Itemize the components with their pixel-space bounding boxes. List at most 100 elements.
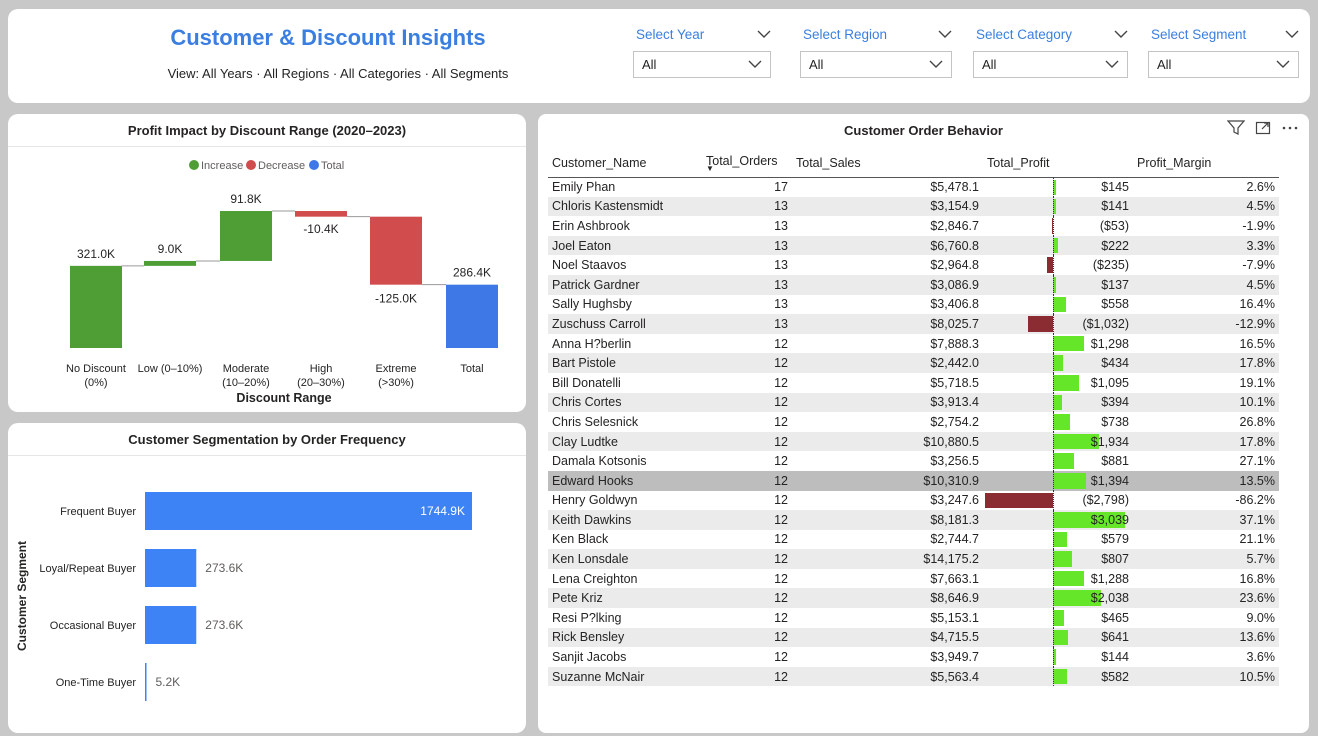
segment-bar [145,606,197,644]
table-row[interactable]: Sanjit Jacobs 12 $3,949.7 $144 3.6% [548,647,1279,667]
column-header-profit-margin[interactable]: Profit_Margin [1133,149,1279,178]
total-profit-cell: $881 [983,451,1133,471]
total-profit-cell: ($1,032) [983,314,1133,334]
data-label: -125.0K [375,292,417,306]
total-sales-cell: $5,153.1 [930,610,979,625]
category-label: (20–30%) [297,377,345,389]
profit-margin-cell: 2.6% [1246,180,1276,195]
total-orders-cell: 12 [774,414,788,429]
total-profit-value: $582 [1101,669,1129,684]
total-orders-cell: 12 [774,493,788,508]
total-profit-cell: $1,934 [983,431,1133,452]
header-card: Customer & Discount Insights View: All Y… [8,9,1310,103]
total-profit-value: $641 [1101,630,1129,645]
table-row[interactable]: Chris Selesnick 12 $2,754.2 $738 26.8% [548,412,1279,432]
data-label: 321.0K [77,247,115,261]
total-orders-cell: 13 [702,274,792,295]
total-sales-cell: $10,310.9 [792,470,983,491]
column-header-customer-name[interactable]: Customer_Name [548,149,702,178]
profit-bar [1053,668,1067,685]
segment-slicer: Select Segment All [1148,23,1299,78]
more-options-icon[interactable] [1281,120,1299,136]
profit-bar [1053,335,1084,352]
chevron-down-icon[interactable] [1285,27,1299,42]
profit-margin-cell: 3.6% [1246,650,1276,665]
total-profit-cell: $141 [983,196,1133,217]
total-profit-cell: $3,039 [983,510,1133,530]
table-row[interactable]: Rick Bensley 12 $4,715.5 $641 13.6% [548,627,1279,648]
profit-margin-cell: 13.5% [1133,470,1279,491]
total-profit-cell: $394 [983,392,1133,413]
region-dropdown[interactable]: All [800,51,952,78]
data-label: 273.6K [205,618,243,632]
table-row[interactable]: Bill Donatelli 12 $5,718.5 $1,095 19.1% [548,372,1279,393]
total-orders-cell: 13 [774,218,788,233]
total-profit-value: $3,039 [1090,512,1129,527]
table-row[interactable]: Chris Cortes 12 $3,913.4 $394 10.1% [548,392,1279,413]
table-row[interactable]: Damala Kotsonis 12 $3,256.5 $881 27.1% [548,451,1279,471]
customer-name-cell: Zuschuss Carroll [548,314,702,334]
column-header-total-orders[interactable]: Total_Orders ▼ [702,149,792,178]
filter-icon[interactable] [1227,120,1245,136]
category-slicer-label: Select Category [976,26,1073,42]
total-sales-cell: $14,175.2 [792,549,983,569]
table-row[interactable]: Suzanne McNair 12 $5,563.4 $582 10.5% [548,666,1279,687]
total-profit-value: ($235) [1092,258,1129,273]
table-row[interactable]: Ken Lonsdale 12 $14,175.2 $807 5.7% [548,549,1279,569]
total-orders-cell: 12 [774,375,788,390]
total-sales-cell: $2,964.8 [930,258,979,273]
table-row[interactable]: Clay Ludtke 12 $10,880.5 $1,934 17.8% [548,431,1279,452]
chevron-down-icon[interactable] [1114,27,1128,42]
table-row[interactable]: Chloris Kastensmidt 13 $3,154.9 $141 4.5% [548,196,1279,217]
customer-name-cell: Ken Lonsdale [548,549,702,569]
category-dropdown[interactable]: All [973,51,1128,78]
total-orders-cell: 13 [702,196,792,217]
table-row[interactable]: Emily Phan 17 $5,478.1 $145 2.6% [548,177,1279,197]
customer-name-cell: Erin Ashbrook [552,218,630,233]
customer-name-cell: Sanjit Jacobs [552,650,627,665]
table-row[interactable]: Patrick Gardner 13 $3,086.9 $137 4.5% [548,274,1279,295]
profit-margin-cell: 21.1% [1239,532,1275,547]
chevron-down-icon[interactable] [938,27,952,42]
total-profit-value: ($2,798) [1082,493,1129,508]
waterfall-bar [144,260,196,266]
total-orders-cell: 13 [774,258,788,273]
waterfall-chart: Increase Decrease Total 321.0K No Discount (0… [66,160,498,405]
total-profit-cell: $738 [983,412,1133,432]
table-row[interactable]: Keith Dawkins 12 $8,181.3 $3,039 37.1% [548,510,1279,530]
table-row[interactable]: Zuschuss Carroll 13 $8,025.7 ($1,032) -12.9% [548,314,1279,334]
table-row[interactable]: Bart Pistole 12 $2,442.0 $434 17.8% [548,353,1279,373]
category-label: Total [460,363,483,375]
table-row[interactable]: Ken Black 12 $2,744.7 $579 21.1% [548,529,1279,550]
column-header-total-profit[interactable]: Total_Profit [983,149,1133,178]
chevron-down-icon[interactable] [757,27,771,42]
page-title: Customer & Discount Insights [170,25,486,50]
total-profit-cell: $434 [983,353,1133,373]
table-row[interactable]: Noel Staavos 13 $2,964.8 ($235) -7.9% [548,255,1279,275]
table-row[interactable]: Pete Kriz 12 $8,646.9 $2,038 23.6% [548,588,1279,609]
region-dropdown-value: All [809,57,824,72]
table-row[interactable]: Anna H?berlin 12 $7,888.3 $1,298 16.5% [548,333,1279,354]
total-orders-cell: 13 [774,297,788,312]
table-row[interactable]: Edward Hooks 12 $10,310.9 $1,394 13.5% [548,470,1279,491]
total-sales-cell: $10,880.5 [792,431,983,452]
customer-name-cell: Chris Cortes [548,392,702,413]
total-sales-cell: $3,406.8 [930,297,979,312]
total-sales-cell: $2,846.7 [930,218,979,233]
year-dropdown[interactable]: All [633,51,771,78]
table-row[interactable]: Joel Eaton 13 $6,760.8 $222 3.3% [548,235,1279,256]
table-row[interactable]: Erin Ashbrook 13 $2,846.7 ($53) -1.9% [548,216,1279,236]
total-profit-value: $465 [1101,610,1129,625]
table-row[interactable]: Resi P?lking 12 $5,153.1 $465 9.0% [548,608,1279,628]
total-profit-cell: $145 [983,177,1133,197]
table-row[interactable]: Sally Hughsby 13 $3,406.8 $558 16.4% [548,294,1279,315]
profit-margin-cell: -86.2% [1235,493,1275,508]
segment-dropdown[interactable]: All [1148,51,1299,78]
column-header-total-sales[interactable]: Total_Sales [792,149,983,178]
category-label: Extreme [376,363,417,375]
total-profit-value: $2,038 [1090,591,1129,606]
table-row[interactable]: Lena Creighton 12 $7,663.1 $1,288 16.8% [548,568,1279,589]
total-orders-cell: 12 [702,627,792,648]
table-row[interactable]: Henry Goldwyn 12 $3,247.6 ($2,798) -86.2% [548,490,1279,511]
focus-mode-icon[interactable] [1255,120,1271,136]
